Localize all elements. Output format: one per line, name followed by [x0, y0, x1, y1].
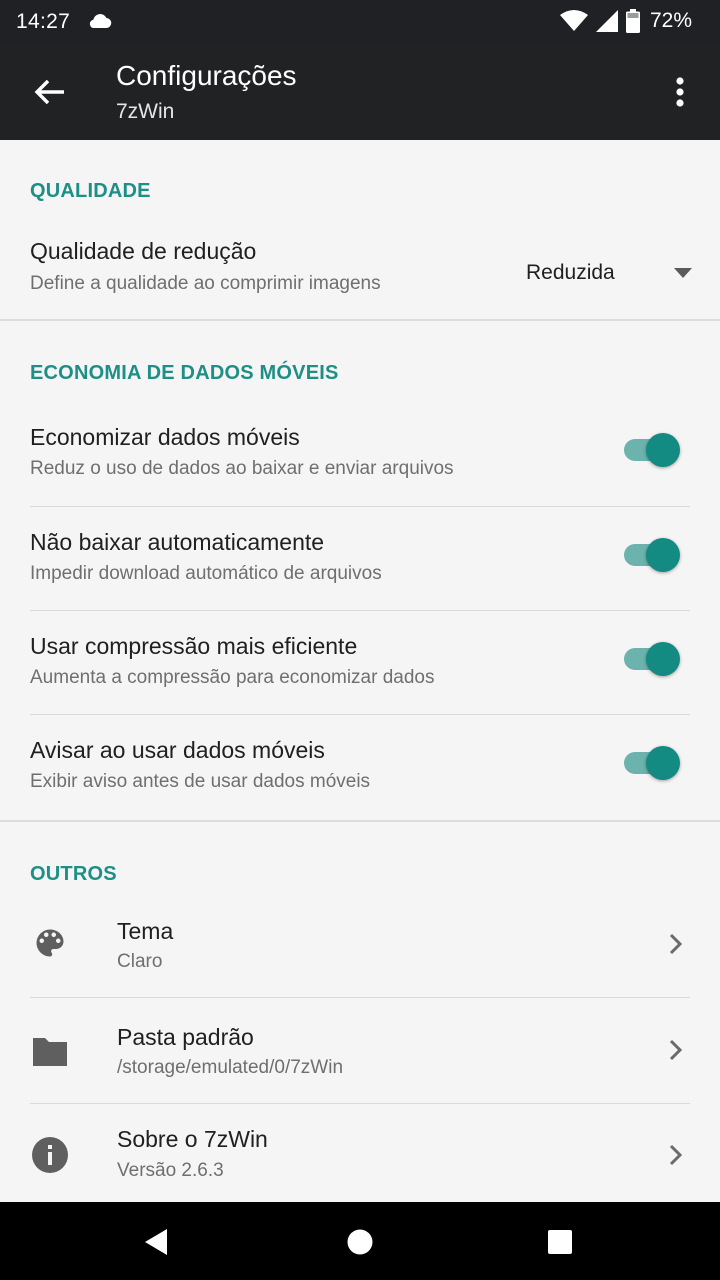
system-navigation-bar — [0, 1202, 720, 1280]
battery-icon — [625, 9, 640, 33]
setting-row-theme[interactable]: Tema Claro — [0, 890, 720, 996]
section-header-others: OUTROS — [30, 863, 117, 885]
switch-thumb — [646, 746, 680, 780]
toggle-switch-save-data[interactable] — [624, 433, 680, 467]
more-vert-icon — [676, 77, 684, 107]
palette-icon — [31, 924, 69, 962]
settings-list: QUALIDADE Qualidade de redução Define a … — [0, 140, 720, 1202]
quality-setting-title: Qualidade de redução — [30, 238, 257, 264]
status-time: 14:27 — [16, 10, 71, 33]
overflow-menu-button[interactable] — [660, 68, 700, 116]
setting-summary: Claro — [117, 951, 163, 972]
quality-setting-summary: Define a qualidade ao comprimir imagens — [30, 273, 381, 294]
signal-icon — [595, 10, 618, 32]
wifi-icon — [559, 10, 588, 31]
chevron-right-icon — [666, 1035, 686, 1065]
setting-row-default-folder[interactable]: Pasta padrão /storage/emulated/0/7zWin — [0, 998, 720, 1102]
dropdown-arrow-icon — [674, 268, 692, 278]
setting-summary: /storage/emulated/0/7zWin — [117, 1057, 344, 1078]
quality-dropdown[interactable]: Reduzida — [526, 258, 692, 288]
setting-title: Pasta padrão — [117, 1024, 254, 1050]
setting-summary: Exibir aviso antes de usar dados móveis — [30, 771, 371, 792]
toggle-switch-mobile-data-warning[interactable] — [624, 746, 680, 780]
setting-title: Avisar ao usar dados móveis — [30, 737, 325, 763]
battery-percent: 72% — [649, 9, 692, 32]
setting-summary: Aumenta a compressão para economizar dad… — [30, 667, 435, 688]
folder-icon — [31, 1032, 69, 1070]
setting-title: Sobre o 7zWin — [117, 1126, 268, 1152]
page-title: Configurações — [116, 60, 297, 91]
quality-dropdown-value: Reduzida — [526, 261, 615, 284]
nav-back-icon — [145, 1229, 167, 1255]
switch-thumb — [646, 642, 680, 676]
switch-thumb — [646, 538, 680, 572]
app-bar: Configurações 7zWin — [0, 44, 720, 140]
setting-summary: Impedir download automático de arquivos — [30, 563, 382, 584]
toggle-switch-no-auto-download[interactable] — [624, 538, 680, 572]
arrow-back-icon — [34, 79, 64, 105]
nav-home-icon — [347, 1229, 373, 1255]
info-icon — [31, 1136, 69, 1174]
setting-row-mobile-data-warning[interactable]: Avisar ao usar dados móveis Exibir aviso… — [0, 715, 720, 819]
setting-row-no-auto-download[interactable]: Não baixar automaticamente Impedir downl… — [0, 507, 720, 611]
chevron-right-icon — [666, 1140, 686, 1170]
setting-title: Tema — [117, 918, 174, 944]
toggle-switch-efficient-compression[interactable] — [624, 642, 680, 676]
setting-title: Usar compressão mais eficiente — [30, 633, 358, 659]
switch-thumb — [646, 433, 680, 467]
setting-row-about[interactable]: Sobre o 7zWin Versão 2.6.3 — [0, 1104, 720, 1202]
nav-recents-icon — [548, 1230, 572, 1254]
section-divider — [0, 319, 720, 321]
cloud-icon — [89, 14, 112, 29]
nav-back-button[interactable] — [134, 1220, 178, 1264]
page-subtitle: 7zWin — [116, 100, 175, 123]
setting-summary: Versão 2.6.3 — [117, 1160, 224, 1181]
setting-summary: Reduz o uso de dados ao baixar e enviar … — [30, 458, 454, 479]
status-bar: 14:27 72% — [0, 0, 720, 44]
setting-row-save-data[interactable]: Economizar dados móveis Reduz o uso de d… — [0, 402, 720, 506]
back-button[interactable] — [22, 68, 78, 116]
setting-title: Não baixar automaticamente — [30, 529, 325, 555]
section-divider — [0, 820, 720, 822]
status-right-group: 72% — [559, 9, 692, 33]
setting-title: Economizar dados móveis — [30, 424, 300, 450]
nav-recents-button[interactable] — [538, 1220, 582, 1264]
nav-home-button[interactable] — [338, 1220, 382, 1264]
chevron-right-icon — [666, 929, 686, 959]
section-header-data-saving: ECONOMIA DE DADOS MÓVEIS — [30, 362, 339, 384]
setting-row-efficient-compression[interactable]: Usar compressão mais eficiente Aumenta a… — [0, 611, 720, 715]
section-header-quality: QUALIDADE — [30, 180, 151, 202]
